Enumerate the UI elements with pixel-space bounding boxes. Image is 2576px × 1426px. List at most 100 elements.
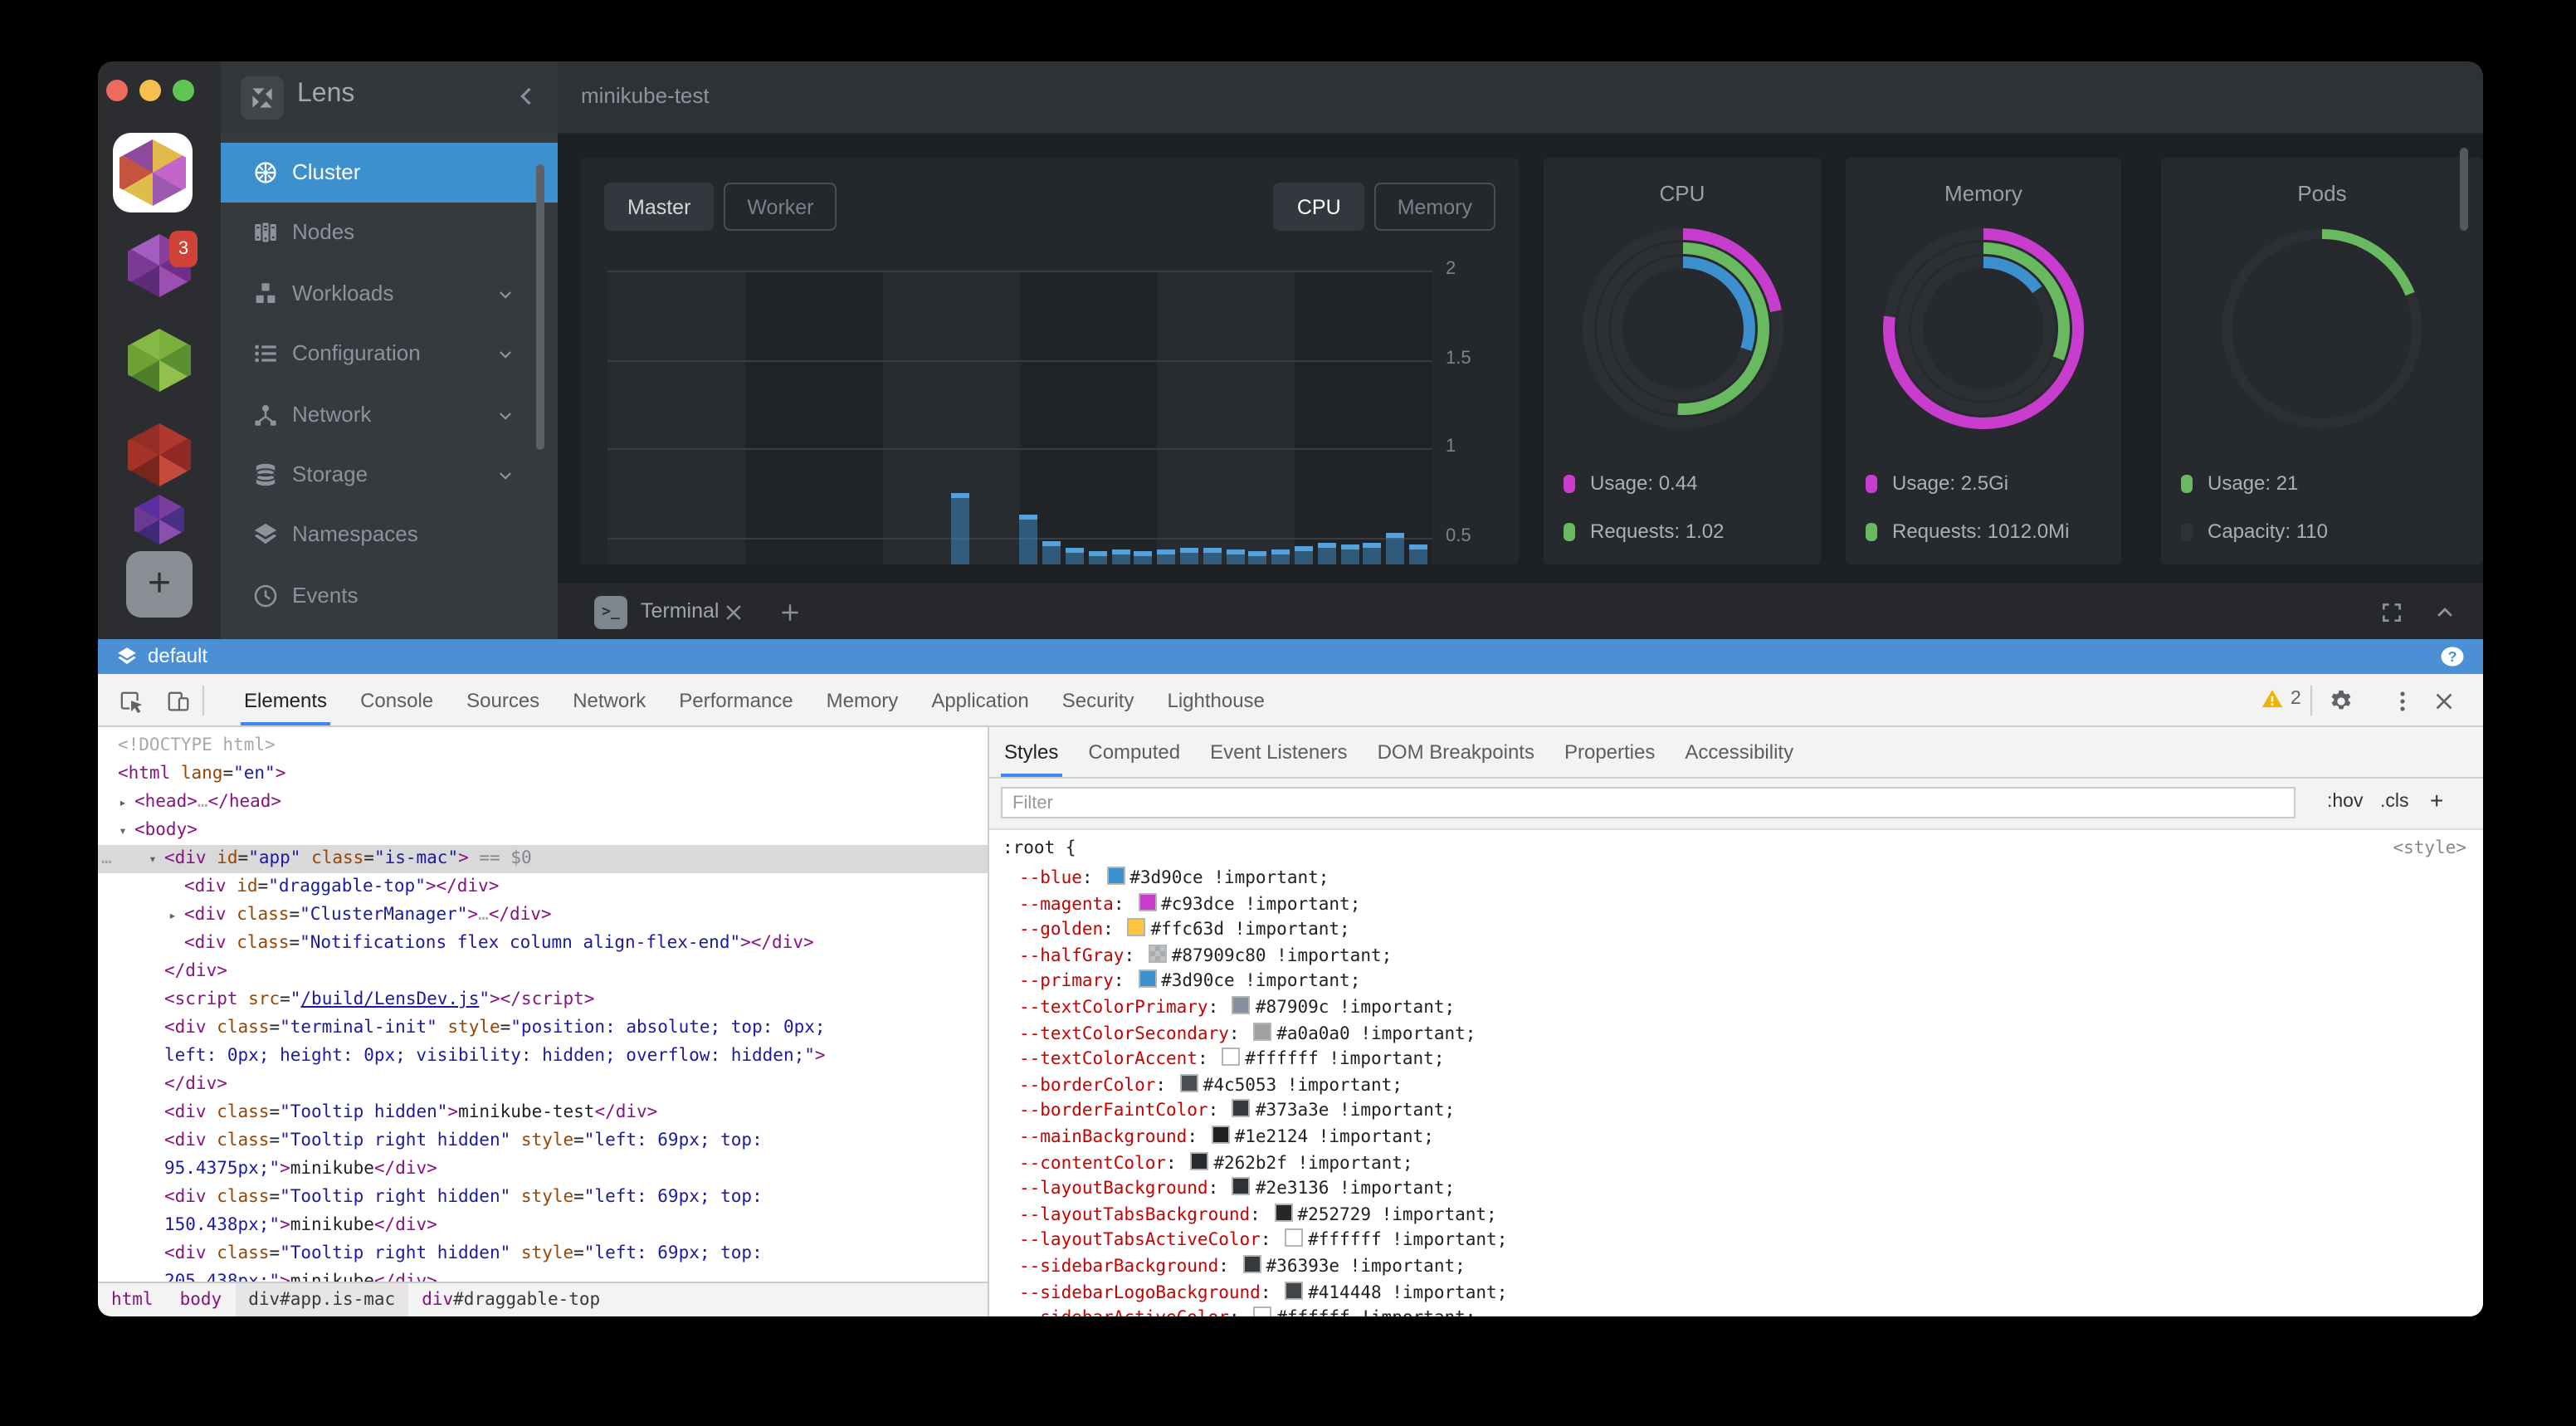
new-style-rule-button[interactable]: + [2430, 787, 2443, 813]
devtools-settings-icon[interactable] [2329, 689, 2354, 714]
styles-tab-styles[interactable]: Styles [989, 727, 1073, 777]
sidebar-item-network[interactable]: Network [221, 384, 558, 445]
color-swatch[interactable] [1222, 1048, 1240, 1066]
add-cluster-button[interactable]: + [126, 551, 193, 618]
content-scrollbar[interactable] [2460, 148, 2468, 231]
css-variable-row[interactable]: --primary: #3d90ce !important; [1019, 970, 1360, 996]
dom-tree-line[interactable]: 205.438px;">minikube</div> [98, 1268, 988, 1282]
devtools-tab-performance[interactable]: Performance [662, 674, 809, 725]
devtools-tab-lighthouse[interactable]: Lighthouse [1150, 674, 1281, 725]
color-swatch[interactable] [1180, 1074, 1198, 1092]
devtools-tab-elements[interactable]: Elements [227, 674, 344, 725]
styles-tab-dom-breakpoints[interactable]: DOM Breakpoints [1363, 727, 1549, 777]
color-swatch[interactable] [1212, 1126, 1230, 1144]
sidebar-item-cluster[interactable]: Cluster [221, 143, 558, 203]
dom-tree-line[interactable]: <script src="/build/LensDev.js"></script… [98, 986, 988, 1014]
breadcrumb-item[interactable]: div#app.is-mac [235, 1283, 408, 1316]
css-variable-row[interactable]: --blue: #3d90ce !important; [1019, 867, 1329, 892]
css-variable-row[interactable]: --sidebarBackground: #36393e !important; [1019, 1255, 1466, 1281]
css-variable-row[interactable]: --golden: #ffc63d !important; [1019, 918, 1350, 944]
sidebar-scrollbar[interactable] [536, 164, 544, 450]
expand-dock-icon[interactable] [2380, 601, 2403, 624]
sidebar-item-events[interactable]: Events [221, 566, 558, 627]
sidebar-item-storage[interactable]: Storage [221, 445, 558, 505]
inspect-element-icon[interactable] [120, 689, 144, 714]
color-swatch[interactable] [1253, 1022, 1271, 1040]
dom-tree-line[interactable]: <div class="Tooltip right hidden" style=… [98, 1240, 988, 1268]
minimize-window-button[interactable] [139, 80, 161, 101]
breadcrumb-item[interactable]: html [98, 1283, 167, 1316]
color-swatch[interactable] [1274, 1204, 1292, 1222]
dom-tree-line[interactable]: 95.4375px;">minikube</div> [98, 1155, 988, 1184]
close-devtools-icon[interactable] [2432, 689, 2456, 714]
css-variable-row[interactable]: --mainBackground: #1e2124 !important; [1019, 1126, 1434, 1151]
color-swatch[interactable] [1190, 1151, 1208, 1170]
color-swatch[interactable] [1243, 1255, 1261, 1273]
devtools-menu-icon[interactable] [2390, 689, 2415, 714]
help-icon[interactable]: ? [2440, 644, 2465, 669]
color-swatch[interactable] [1232, 1177, 1251, 1195]
css-variable-row[interactable]: --sidebarLogoBackground: #414448 !import… [1019, 1281, 1507, 1306]
sidebar-item-namespaces[interactable]: Namespaces [221, 505, 558, 566]
close-window-button[interactable] [106, 80, 128, 101]
sidebar-item-nodes[interactable]: Nodes [221, 203, 558, 264]
css-variable-row[interactable]: --textColorPrimary: #87909c !important; [1019, 996, 1455, 1022]
sidebar-item-configuration[interactable]: Configuration [221, 324, 558, 384]
dom-tree-line[interactable]: <div class="terminal-init" style="positi… [98, 1014, 988, 1043]
styles-filter-input[interactable] [1001, 787, 2295, 818]
devtools-tab-sources[interactable]: Sources [450, 674, 556, 725]
collapse-sidebar-icon[interactable] [513, 83, 539, 110]
styles-tab-properties[interactable]: Properties [1549, 727, 1670, 777]
styles-tab-accessibility[interactable]: Accessibility [1670, 727, 1808, 777]
active-cluster-tile[interactable] [113, 133, 193, 212]
dom-tree-line[interactable]: left: 0px; height: 0px; visibility: hidd… [98, 1043, 988, 1071]
dom-tree-line[interactable]: </div> [98, 1071, 988, 1099]
color-swatch[interactable] [1232, 1100, 1251, 1118]
css-variable-row[interactable]: --textColorSecondary: #a0a0a0 !important… [1019, 1022, 1476, 1048]
devtools-tab-memory[interactable]: Memory [810, 674, 915, 725]
dom-tree-line[interactable]: …▾<div id="app" class="is-mac"> == $0 [98, 845, 988, 873]
expander-closed-icon[interactable]: ▸ [115, 789, 131, 817]
new-terminal-icon[interactable] [778, 601, 802, 624]
dom-tree-line[interactable]: <div class="Tooltip hidden">minikube-tes… [98, 1099, 988, 1127]
dom-tree-line[interactable]: ▸<div class="ClusterManager">…</div> [98, 901, 988, 930]
pseudo-state-toggle[interactable]: :hov [2327, 792, 2364, 812]
close-terminal-icon[interactable] [722, 601, 745, 624]
namespace-label[interactable]: default [148, 644, 207, 667]
css-variable-row[interactable]: --layoutBackground: #2e3136 !important; [1019, 1177, 1455, 1203]
css-variable-row[interactable]: --textColorAccent: #ffffff !important; [1019, 1048, 1444, 1073]
zoom-window-button[interactable] [173, 80, 194, 101]
sidebar-item-workloads[interactable]: Workloads [221, 264, 558, 325]
breadcrumb-item[interactable]: body [167, 1283, 236, 1316]
dom-tree-line[interactable]: </div> [98, 958, 988, 986]
dom-tree-line[interactable]: <div class="Tooltip right hidden" style=… [98, 1184, 988, 1212]
breadcrumb-item[interactable]: div#draggable-top [408, 1283, 613, 1316]
devtools-tab-security[interactable]: Security [1046, 674, 1151, 725]
dom-tree-line[interactable]: 150.438px;">minikube</div> [98, 1212, 988, 1240]
color-swatch[interactable] [1106, 867, 1125, 885]
dom-tree-line[interactable]: <div class="Notifications flex column al… [98, 930, 988, 958]
css-variable-row[interactable]: --borderFaintColor: #373a3e !important; [1019, 1100, 1455, 1126]
color-swatch[interactable] [1253, 1306, 1271, 1316]
color-swatch[interactable] [1285, 1281, 1303, 1299]
styles-tab-computed[interactable]: Computed [1073, 727, 1195, 777]
devtools-tab-application[interactable]: Application [915, 674, 1045, 725]
terminal-tab[interactable]: Terminal [641, 599, 720, 623]
color-swatch[interactable] [1138, 970, 1156, 989]
expander-open-icon[interactable]: ▾ [144, 845, 161, 873]
css-variable-row[interactable]: --sidebarActiveColor: #ffffff !important… [1019, 1306, 1476, 1316]
expander-closed-icon[interactable]: ▸ [164, 901, 181, 930]
color-swatch[interactable] [1285, 1229, 1303, 1248]
styles-tab-event-listeners[interactable]: Event Listeners [1195, 727, 1362, 777]
color-swatch[interactable] [1127, 918, 1145, 936]
dom-tree-line[interactable]: <!DOCTYPE html> [98, 732, 988, 760]
css-variable-row[interactable]: --layoutTabsBackground: #252729 !importa… [1019, 1204, 1497, 1229]
class-toggle[interactable]: .cls [2380, 792, 2409, 812]
css-variable-row[interactable]: --layoutTabsActiveColor: #ffffff !import… [1019, 1229, 1507, 1255]
expander-open-icon[interactable]: ▾ [115, 817, 131, 845]
css-variable-row[interactable]: --contentColor: #262b2f !important; [1019, 1151, 1413, 1177]
device-toolbar-icon[interactable] [166, 689, 191, 714]
dom-tree-line[interactable]: <html lang="en"> [98, 760, 988, 789]
color-swatch[interactable] [1149, 945, 1167, 963]
dom-tree-line[interactable]: <div id="draggable-top"></div> [98, 873, 988, 901]
